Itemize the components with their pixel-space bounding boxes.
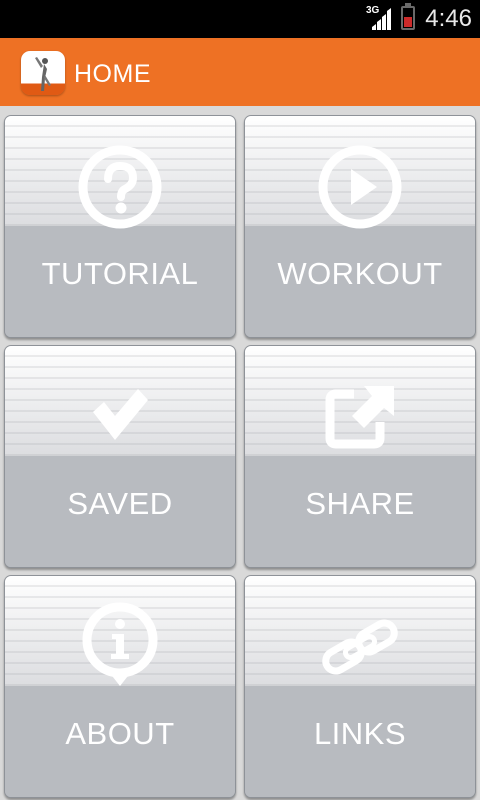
about-tile[interactable]: ABOUT [4,575,236,798]
page-title: HOME [74,60,151,88]
network-type: 3G [366,5,380,16]
workout-tile[interactable]: WORKOUT [244,115,476,338]
stretching-figure-icon[interactable] [21,51,65,95]
saved-tile[interactable]: SAVED [4,345,236,568]
signal-icon: 3G [366,5,392,30]
share-label: SHARE [305,486,415,521]
links-tile[interactable]: LINKS [244,575,476,798]
share-external-icon [324,384,396,455]
saved-label: SAVED [67,486,173,521]
tutorial-label: TUTORIAL [41,256,199,291]
status-bar: 3G 4:46 [0,0,480,38]
play-circle-icon [317,144,403,235]
links-label: LINKS [313,716,407,751]
about-label: ABOUT [65,716,175,751]
question-circle-icon [77,144,163,235]
home-grid: TUTORIAL WORKOUT SAVED SHARE ABOUT LINKS [0,112,480,800]
chain-link-icon [318,616,402,683]
info-bubble-icon [79,602,161,699]
action-bar: HOME [0,38,480,109]
workout-label: WORKOUT [277,256,443,291]
tutorial-tile[interactable]: TUTORIAL [4,115,236,338]
checkmark-icon [90,386,150,451]
share-tile[interactable]: SHARE [244,345,476,568]
status-time: 4:46 [425,5,472,32]
battery-icon [401,3,415,30]
